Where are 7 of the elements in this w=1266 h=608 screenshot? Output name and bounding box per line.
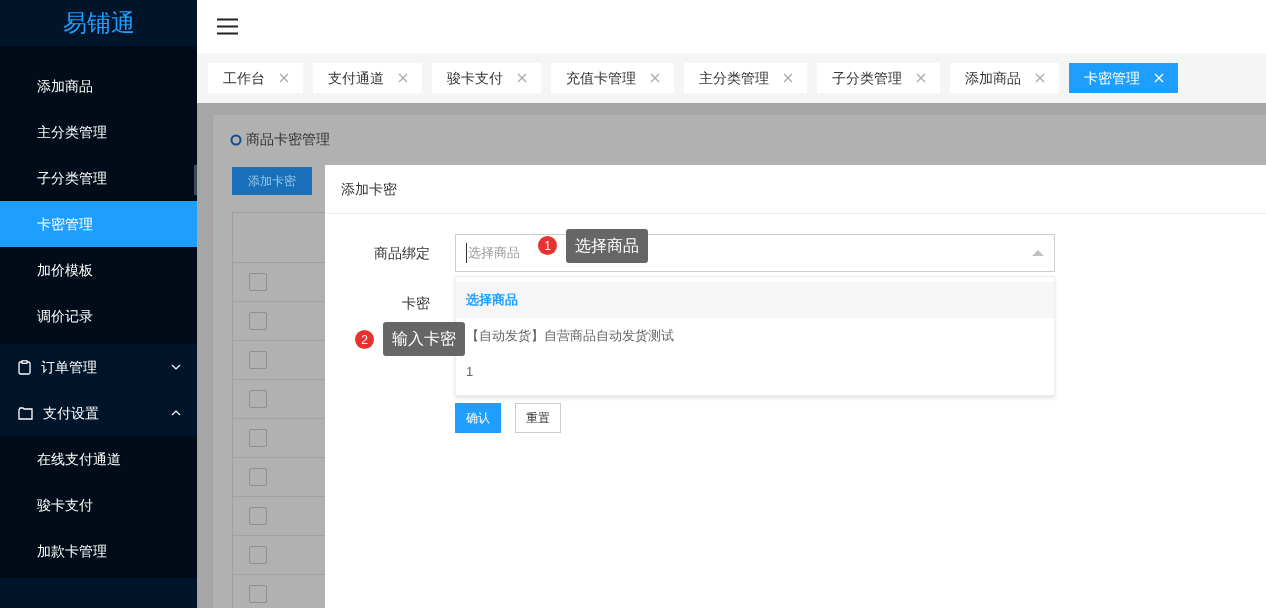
page-title: 商品卡密管理 [246,130,330,149]
dialog-title: 添加卡密 [325,165,1266,214]
tooltip: 输入卡密 [383,322,465,356]
logo: 易铺通 [0,0,197,46]
tooltip: 选择商品 [566,229,648,263]
field-label: 商品绑定 [373,244,430,263]
field-label: 卡密 [401,294,430,313]
